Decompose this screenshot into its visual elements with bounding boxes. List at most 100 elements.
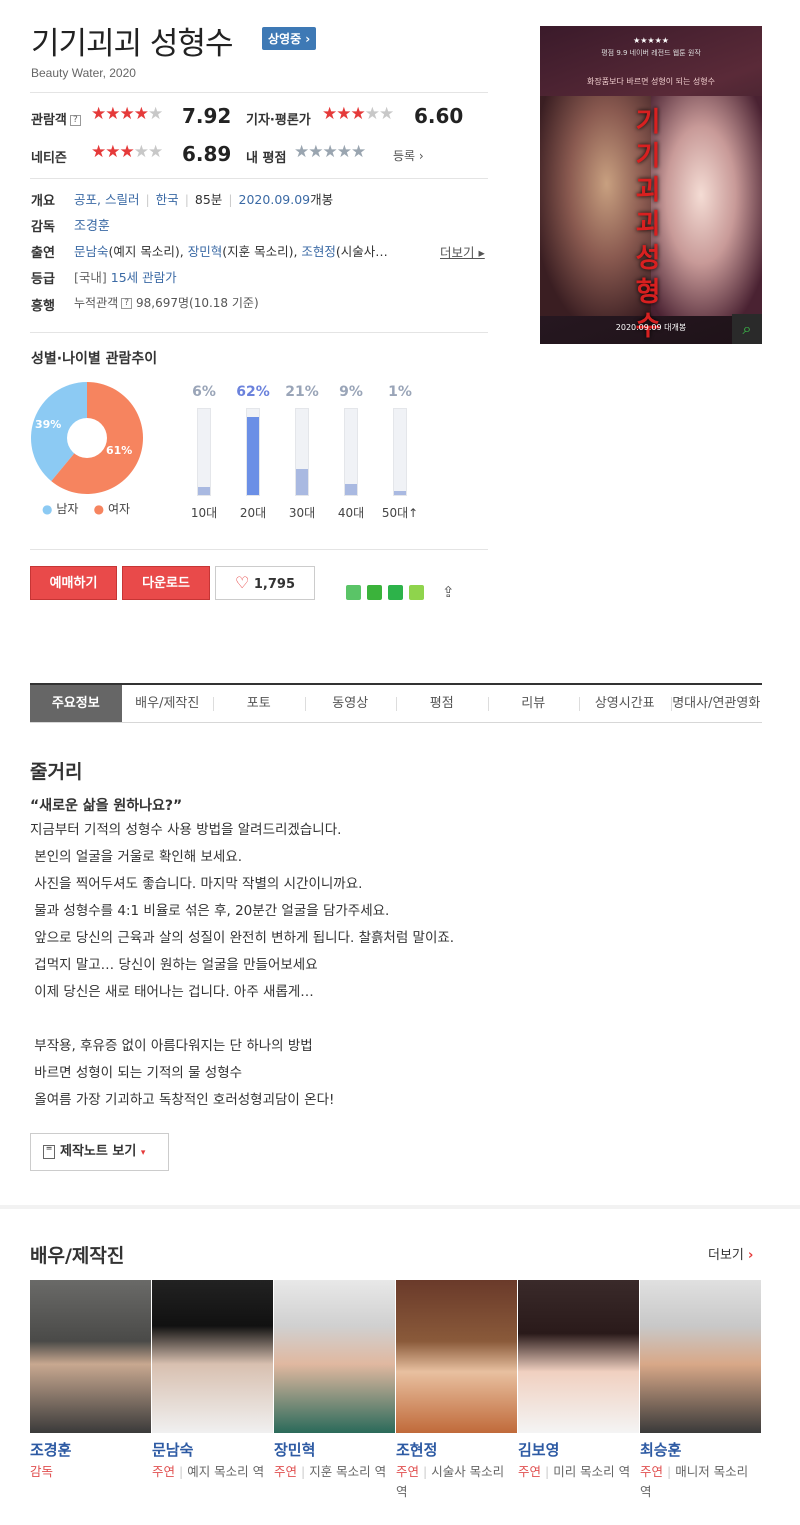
plot-title: 줄거리 [30,761,83,783]
divider [30,178,488,179]
person-photo[interactable] [518,1280,639,1433]
divider [30,332,488,333]
tab-cast[interactable]: 배우/제작진 [122,685,214,722]
person-role-name: 미리 목소리 역 [553,1464,631,1479]
person-name[interactable]: 조현정 [396,1439,517,1460]
tab-review[interactable]: 리뷰 [487,685,580,722]
person-role: 주연 | 예지 목소리 역 [152,1464,265,1479]
overview-values: 공포, 스릴러 | 한국 | 85분 | 2020.09.09개봉 [74,192,334,207]
audience-stars: ★★★★★ [91,104,163,124]
gender-legend: ● 남자 ● 여자 [42,502,131,516]
overview-label: 개요 [31,194,55,209]
document-icon: ≡ [43,1143,55,1159]
person-card[interactable]: 조현정 주연 | 시술사 목소리 역 [396,1280,517,1502]
release-date-link[interactable]: 2020.09.09 [239,192,311,207]
blog-share-icon[interactable] [346,584,361,600]
age-bar-fill [394,491,406,495]
age-bar-fill [247,417,259,495]
critics-rating-label: 기자·평론가 [246,113,311,128]
person-photo[interactable] [396,1280,517,1433]
person-role-name: 지훈 목소리 역 [309,1464,387,1479]
memo-share-icon[interactable] [409,584,424,600]
movie-poster[interactable]: ★★★★★ 평점 9.9 네이버 레전드 웹툰 원작 화장품보다 바르면 성형이… [540,26,762,344]
person-photo[interactable] [640,1280,761,1433]
gender-pie-chart [31,382,143,494]
country-link[interactable]: 한국 [156,192,179,207]
age-bar-column: 9% 40대 [328,384,374,521]
person-role-type: 주연 [396,1464,420,1479]
production-note-button[interactable]: ≡ 제작노트 보기 ▾ [30,1133,169,1171]
legend-dot-male: ● [42,502,53,516]
share-icon[interactable]: ⇪ [442,583,455,601]
person-card[interactable]: 김보영주연 | 미리 목소리 역 [518,1280,639,1482]
plot-line: 지금부터 기적의 성형수 사용 방법을 알려드리겠습니다. [30,822,342,838]
person-name[interactable]: 최승훈 [640,1439,761,1460]
plot-line: 올여름 가장 기괴하고 독창적인 호러성형괴담이 온다! [30,1092,335,1108]
person-role-type: 주연 [518,1464,542,1479]
cast-link[interactable]: 장민혁 [188,244,223,259]
age-bar-fill [345,483,357,495]
age-bar-track [393,408,407,496]
age-bar-fill [296,468,308,495]
person-name[interactable]: 문남숙 [152,1439,273,1460]
director-label: 감독 [31,220,55,235]
person-card[interactable]: 장민혁 주연 | 지훈 목소리 역 [274,1280,395,1482]
age-label: 40대 [337,506,365,520]
tab-schedule[interactable]: 상영시간표 [579,685,671,722]
tab-main-info[interactable]: 주요정보 [30,685,122,722]
tab-video[interactable]: 동영상 [304,685,397,722]
reserve-button[interactable]: 예매하기 [30,566,117,600]
plot-headline: “새로운 삶을 원하나요?” [30,798,183,814]
person-role-type: 주연 [274,1464,298,1479]
male-pct: 39% [35,418,62,431]
person-card[interactable]: 최승훈 주연 | 매니저 목소리 역 [640,1280,761,1502]
age-bar-track [197,408,211,496]
person-role: 주연 | 미리 목소리 역 [518,1464,631,1479]
age-chart: 6% 10대 62% 20대 21% 30대 9% 40대 1% 50대↑ [181,384,423,521]
pie-hole [67,418,107,458]
person-name[interactable]: 장민혁 [274,1439,395,1460]
zoom-icon[interactable]: ⌕ [732,314,762,344]
bookmark-share-icon[interactable] [388,584,403,600]
tab-photo[interactable]: 포토 [213,685,305,722]
cast-more-link[interactable]: 더보기 ▸ [440,242,485,261]
people-more-link[interactable]: 더보기 › [708,1244,753,1263]
plot-line: 부작용, 후유증 없이 아름다워지는 단 하나의 방법 [30,1038,313,1054]
rate-register-link[interactable]: 등록 › [393,147,424,164]
person-name[interactable]: 조경훈 [30,1439,151,1460]
plot-line: 본인의 얼굴을 거울로 확인해 보세요. [30,849,243,865]
age-pct-label: 1% [388,384,412,400]
person-role: 감독 [30,1462,151,1482]
plot-body: 지금부터 기적의 성형수 사용 방법을 알려드리겠습니다. 본인의 얼굴을 거울… [30,817,590,1114]
director-link[interactable]: 조경훈 [74,215,110,234]
like-button[interactable]: ♡ 1,795 [215,566,315,600]
cafe-share-icon[interactable] [367,584,382,600]
age-bar-track [246,408,260,496]
movie-subtitle: Beauty Water, 2020 [31,66,136,80]
tab-quotes[interactable]: 명대사/연관영화 [670,685,763,722]
grade-link[interactable]: 15세 관람가 [111,270,177,285]
person-role-name: 예지 목소리 역 [187,1464,265,1479]
cast-link[interactable]: 조현정 [301,244,336,259]
genre-link[interactable]: 공포, 스릴러 [74,192,139,207]
person-photo[interactable] [274,1280,395,1433]
share-icons: ⇪ [346,583,455,601]
age-bar-column: 62% 20대 [230,384,276,521]
cast-link[interactable]: 문남숙 [74,244,109,259]
person-photo[interactable] [152,1280,273,1433]
tab-rating[interactable]: 평점 [396,685,488,722]
status-badge[interactable]: 상영중 › [262,27,317,50]
person-role-type: 주연 [640,1464,664,1479]
help-icon: ? [121,298,133,309]
legend-dot-female: ● [93,502,105,516]
person-photo[interactable] [30,1280,151,1433]
divider [30,549,488,550]
my-rating-stars[interactable]: ★★★★★ [294,142,366,162]
person-card[interactable]: 문남숙주연 | 예지 목소리 역 [152,1280,273,1482]
download-button[interactable]: 다운로드 [122,566,210,600]
poster-date: 2020.09.09 대개봉 [615,323,687,332]
age-bar-column: 1% 50대↑ [377,384,423,521]
person-card[interactable]: 조경훈 감독 [30,1280,151,1482]
plot-line: 물과 성형수를 4:1 비율로 섞은 후, 20분간 얼굴을 담가주세요. [30,903,390,919]
person-name[interactable]: 김보영 [518,1439,639,1460]
